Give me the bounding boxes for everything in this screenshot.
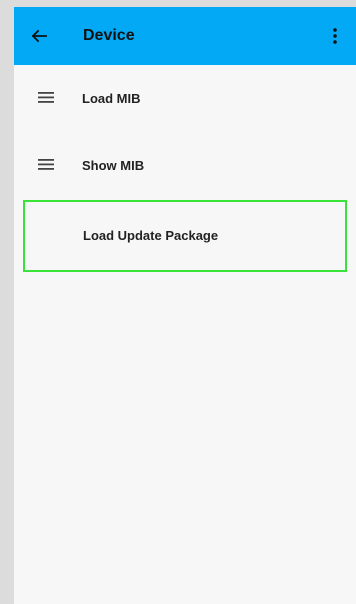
page-title: Device bbox=[83, 27, 135, 44]
device-screen: Device Load MIB Show MIB Load Update Pac… bbox=[14, 7, 356, 604]
menu-item-load-update-package[interactable]: Load Update Package bbox=[23, 200, 347, 272]
menu-item-load-mib[interactable]: Load MIB bbox=[14, 65, 356, 132]
overflow-menu-button[interactable] bbox=[324, 23, 346, 49]
menu-icon bbox=[38, 159, 54, 170]
menu-item-show-mib[interactable]: Show MIB bbox=[14, 132, 356, 199]
more-vert-icon bbox=[333, 28, 337, 44]
arrow-left-icon bbox=[31, 29, 47, 43]
app-bar: Device bbox=[14, 7, 356, 65]
menu-icon bbox=[38, 92, 54, 103]
menu-item-label: Load Update Package bbox=[83, 228, 219, 243]
device-menu-list: Load MIB Show MIB Load Update Package bbox=[14, 65, 356, 272]
menu-item-label: Show MIB bbox=[82, 158, 145, 173]
back-button[interactable] bbox=[26, 23, 52, 49]
menu-item-label: Load MIB bbox=[82, 91, 141, 106]
